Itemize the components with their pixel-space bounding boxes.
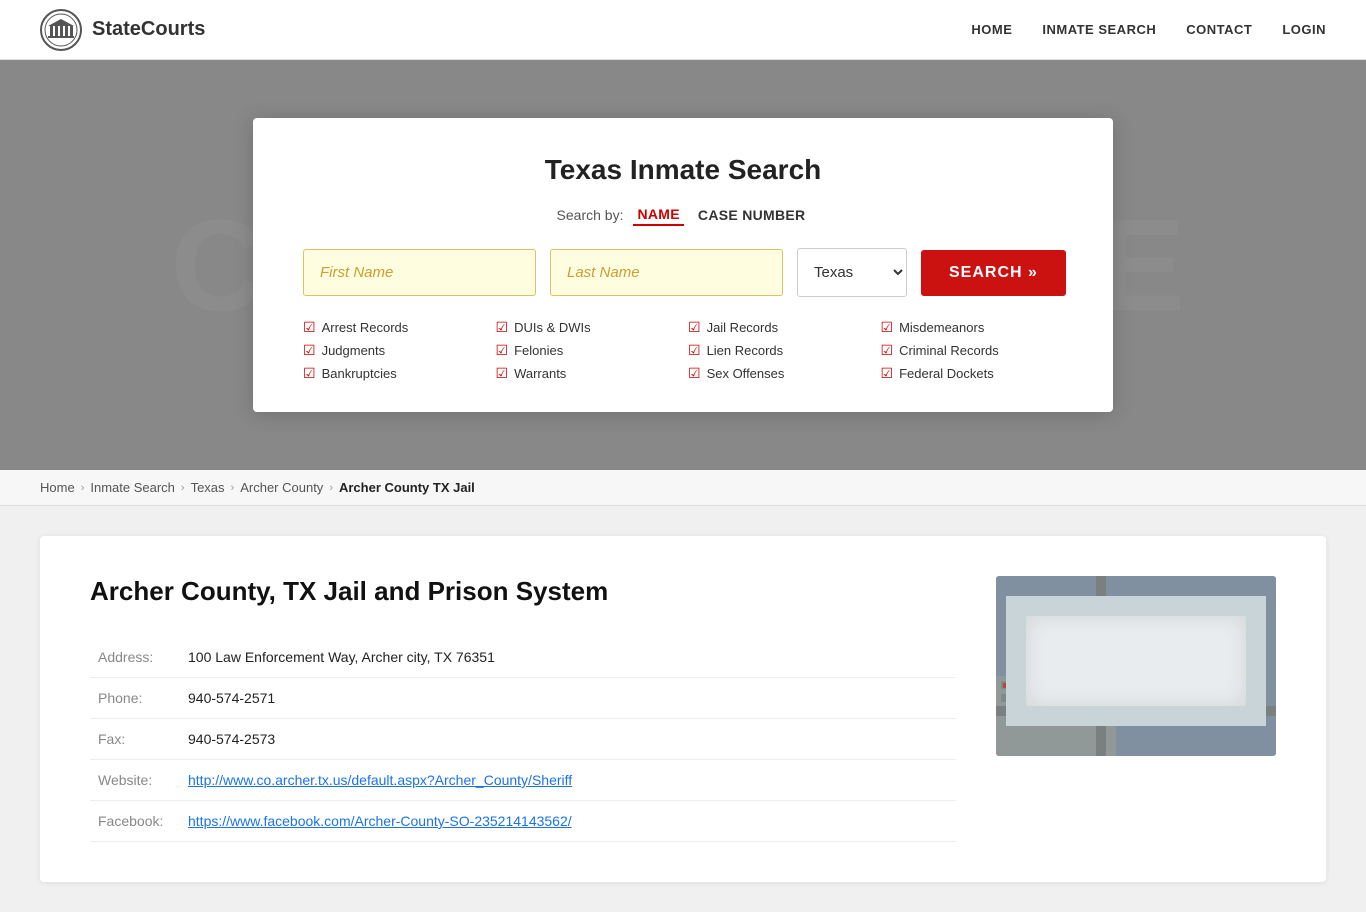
checkbox-icon: ☑ bbox=[688, 319, 701, 336]
phone-value: 940-574-2571 bbox=[180, 678, 956, 719]
breadcrumb-link[interactable]: Home bbox=[40, 480, 75, 495]
check-label: Bankruptcies bbox=[322, 366, 397, 381]
check-item: ☑ Federal Dockets bbox=[881, 365, 1064, 382]
table-row: Fax: 940-574-2573 bbox=[90, 719, 956, 760]
checkbox-icon: ☑ bbox=[303, 342, 316, 359]
breadcrumb-separator: › bbox=[181, 482, 185, 494]
address-label: Address: bbox=[90, 637, 180, 678]
logo-area: StateCourts bbox=[40, 9, 205, 51]
check-label: Criminal Records bbox=[899, 343, 999, 358]
state-select[interactable]: Texas Alabama Alaska Arizona Arkansas Ca… bbox=[797, 248, 907, 297]
check-item: ☑ Sex Offenses bbox=[688, 365, 871, 382]
check-item: ☑ Misdemeanors bbox=[881, 319, 1064, 336]
check-item: ☑ Criminal Records bbox=[881, 342, 1064, 359]
check-item: ☑ Bankruptcies bbox=[303, 365, 486, 382]
check-label: Misdemeanors bbox=[899, 320, 984, 335]
check-item: ☑ Arrest Records bbox=[303, 319, 486, 336]
check-label: DUIs & DWIs bbox=[514, 320, 591, 335]
checkbox-icon: ☑ bbox=[303, 365, 316, 382]
main-nav: HOME INMATE SEARCH CONTACT LOGIN bbox=[971, 22, 1326, 37]
first-name-input[interactable] bbox=[303, 249, 536, 296]
facility-image bbox=[996, 576, 1276, 756]
table-row: Address: 100 Law Enforcement Way, Archer… bbox=[90, 637, 956, 678]
jail-title: Archer County, TX Jail and Prison System bbox=[90, 576, 956, 607]
search-card: Texas Inmate Search Search by: NAME CASE… bbox=[253, 118, 1113, 412]
checkbox-icon: ☑ bbox=[496, 342, 509, 359]
nav-home[interactable]: HOME bbox=[971, 22, 1012, 37]
checkbox-icon: ☑ bbox=[881, 342, 894, 359]
check-item: ☑ Felonies bbox=[496, 342, 679, 359]
table-row: Website: http://www.co.archer.tx.us/defa… bbox=[90, 760, 956, 801]
nav-inmate-search[interactable]: INMATE SEARCH bbox=[1042, 22, 1156, 37]
breadcrumb-link[interactable]: Inmate Search bbox=[90, 480, 175, 495]
logo-icon bbox=[40, 9, 82, 51]
check-item: ☑ DUIs & DWIs bbox=[496, 319, 679, 336]
info-table: Address: 100 Law Enforcement Way, Archer… bbox=[90, 637, 956, 842]
table-row: Phone: 940-574-2571 bbox=[90, 678, 956, 719]
check-item: ☑ Jail Records bbox=[688, 319, 871, 336]
nav-login[interactable]: LOGIN bbox=[1282, 22, 1326, 37]
checkbox-icon: ☑ bbox=[881, 365, 894, 382]
breadcrumb: Home › Inmate Search › Texas › Archer County › A… bbox=[0, 470, 1366, 506]
checkboxes-grid: ☑ Arrest Records ☑ DUIs & DWIs ☑ Jail Records… bbox=[303, 319, 1063, 382]
check-item: ☑ Warrants bbox=[496, 365, 679, 382]
breadcrumb-separator: › bbox=[329, 482, 333, 494]
search-card-title: Texas Inmate Search bbox=[303, 154, 1063, 186]
table-row: Facebook: https://www.facebook.com/Arche… bbox=[90, 801, 956, 842]
checkbox-icon: ☑ bbox=[303, 319, 316, 336]
fax-value: 940-574-2573 bbox=[180, 719, 956, 760]
facebook-label: Facebook: bbox=[90, 801, 180, 842]
check-item: ☑ Judgments bbox=[303, 342, 486, 359]
check-label: Sex Offenses bbox=[707, 366, 785, 381]
check-label: Lien Records bbox=[707, 343, 784, 358]
breadcrumb-link[interactable]: Texas bbox=[191, 480, 225, 495]
breadcrumb-current: Archer County TX Jail bbox=[339, 480, 475, 495]
fax-label: Fax: bbox=[90, 719, 180, 760]
check-label: Arrest Records bbox=[322, 320, 409, 335]
check-item: ☑ Lien Records bbox=[688, 342, 871, 359]
search-by-label: Search by: bbox=[557, 207, 624, 223]
breadcrumb-separator: › bbox=[231, 482, 235, 494]
header: StateCourts HOME INMATE SEARCH CONTACT L… bbox=[0, 0, 1366, 60]
checkbox-icon: ☑ bbox=[688, 342, 701, 359]
check-label: Judgments bbox=[322, 343, 386, 358]
check-label: Federal Dockets bbox=[899, 366, 994, 381]
tab-case-number[interactable]: CASE NUMBER bbox=[694, 205, 810, 225]
content-left: Archer County, TX Jail and Prison System… bbox=[90, 576, 956, 842]
search-button[interactable]: SEARCH » bbox=[921, 250, 1066, 296]
content-card: Archer County, TX Jail and Prison System… bbox=[40, 536, 1326, 882]
checkbox-icon: ☑ bbox=[688, 365, 701, 382]
content-right bbox=[996, 576, 1276, 842]
checkbox-icon: ☑ bbox=[496, 365, 509, 382]
facebook-link[interactable]: https://www.facebook.com/Archer-County-S… bbox=[188, 813, 572, 829]
nav-contact[interactable]: CONTACT bbox=[1186, 22, 1252, 37]
check-label: Warrants bbox=[514, 366, 566, 381]
logo-text: StateCourts bbox=[92, 18, 205, 41]
website-value: http://www.co.archer.tx.us/default.aspx?… bbox=[180, 760, 956, 801]
check-label: Jail Records bbox=[707, 320, 779, 335]
website-link[interactable]: http://www.co.archer.tx.us/default.aspx?… bbox=[188, 772, 572, 788]
search-inputs-row: Texas Alabama Alaska Arizona Arkansas Ca… bbox=[303, 248, 1063, 297]
website-label: Website: bbox=[90, 760, 180, 801]
facebook-value: https://www.facebook.com/Archer-County-S… bbox=[180, 801, 956, 842]
address-value: 100 Law Enforcement Way, Archer city, TX… bbox=[180, 637, 956, 678]
last-name-input[interactable] bbox=[550, 249, 783, 296]
breadcrumb-separator: › bbox=[81, 482, 85, 494]
tab-name[interactable]: NAME bbox=[633, 204, 683, 226]
breadcrumb-link[interactable]: Archer County bbox=[240, 480, 323, 495]
main-content: Archer County, TX Jail and Prison System… bbox=[0, 506, 1366, 912]
phone-label: Phone: bbox=[90, 678, 180, 719]
search-by-row: Search by: NAME CASE NUMBER bbox=[303, 204, 1063, 226]
hero-section: COURTHOUSE Texas Inmate Search Search by… bbox=[0, 60, 1366, 470]
checkbox-icon: ☑ bbox=[496, 319, 509, 336]
checkbox-icon: ☑ bbox=[881, 319, 894, 336]
check-label: Felonies bbox=[514, 343, 563, 358]
